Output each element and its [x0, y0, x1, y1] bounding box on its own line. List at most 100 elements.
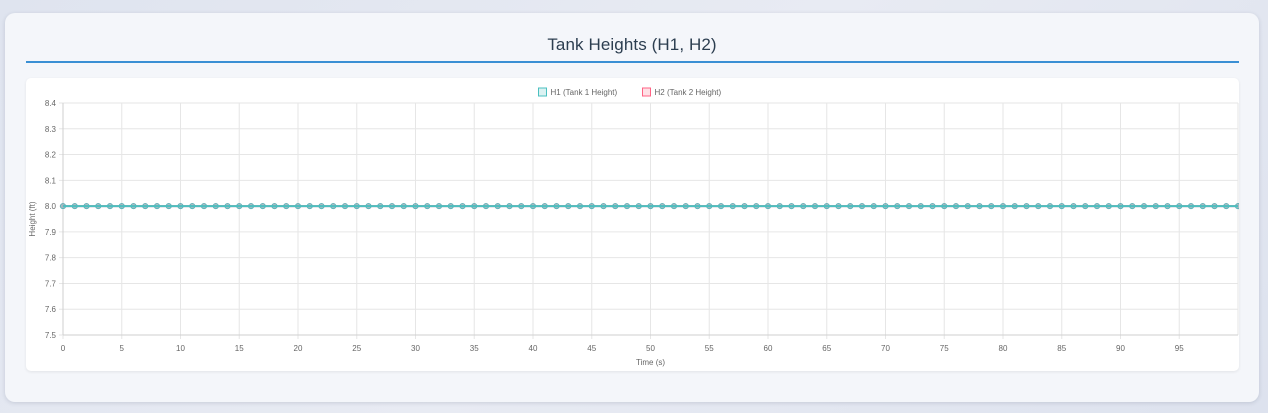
data-point: [71, 203, 78, 210]
x-tick-label: 70: [881, 344, 890, 353]
data-point: [83, 203, 90, 210]
data-point: [835, 203, 842, 210]
page-title: Tank Heights (H1, H2): [547, 35, 717, 54]
data-point: [189, 203, 196, 210]
data-point: [1176, 203, 1183, 210]
x-tick-label: 90: [1116, 344, 1125, 353]
data-point: [765, 203, 772, 210]
series-group: [60, 203, 1242, 210]
data-point: [459, 203, 466, 210]
data-point: [741, 203, 748, 210]
data-point: [518, 203, 525, 210]
x-tick-label: 30: [411, 344, 420, 353]
data-point: [1094, 203, 1101, 210]
data-point: [1235, 203, 1242, 210]
data-point: [635, 203, 642, 210]
data-point: [1082, 203, 1089, 210]
data-point: [788, 203, 795, 210]
data-point: [330, 203, 337, 210]
data-point: [1152, 203, 1159, 210]
data-point: [729, 203, 736, 210]
data-point: [624, 203, 631, 210]
data-point: [647, 203, 654, 210]
data-point: [482, 203, 489, 210]
line-chart: 7.5 7.6 7.7 7.8 7.9 8.0 8.1 8.2 8.3 8.4 0 5 10 15 20 25…: [28, 87, 1242, 367]
axes: 7.5 7.6 7.7 7.8 7.9 8.0 8.1 8.2 8.3 8.4 0 5 10 15 20 25…: [45, 99, 1238, 353]
data-point: [1047, 203, 1054, 210]
x-tick-label: 75: [940, 344, 949, 353]
chart-panel: 7.5 7.6 7.7 7.8 7.9 8.0 8.1 8.2 8.3 8.4 0 5 10 15 20 25…: [26, 78, 1242, 371]
data-point: [847, 203, 854, 210]
data-point: [1105, 203, 1112, 210]
data-point: [682, 203, 689, 210]
x-tick-label: 85: [1057, 344, 1066, 353]
data-point: [271, 203, 278, 210]
data-point: [259, 203, 266, 210]
data-point: [177, 203, 184, 210]
data-point: [165, 203, 172, 210]
data-point: [1058, 203, 1065, 210]
data-point: [318, 203, 325, 210]
series: [60, 203, 1242, 210]
data-point: [894, 203, 901, 210]
data-point: [823, 203, 830, 210]
data-point: [1023, 203, 1030, 210]
x-axis-label: Time (s): [636, 358, 665, 367]
data-point: [353, 203, 360, 210]
data-point: [1000, 203, 1007, 210]
x-tick-label: 55: [705, 344, 714, 353]
data-point: [400, 203, 407, 210]
x-tick-label: 0: [61, 344, 66, 353]
y-tick-label: 7.9: [45, 228, 57, 237]
data-point: [812, 203, 819, 210]
legend-item: H2 (Tank 2 Height): [642, 87, 722, 97]
data-point: [964, 203, 971, 210]
y-tick-label: 8.2: [45, 151, 57, 160]
data-point: [471, 203, 478, 210]
y-tick-label: 8.3: [45, 125, 57, 134]
data-point: [107, 203, 114, 210]
x-tick-label: 60: [764, 344, 773, 353]
data-point: [506, 203, 513, 210]
data-point: [929, 203, 936, 210]
data-point: [976, 203, 983, 210]
y-tick-label: 7.6: [45, 305, 57, 314]
data-point: [1129, 203, 1136, 210]
data-point: [60, 203, 67, 210]
data-point: [1199, 203, 1206, 210]
data-point: [365, 203, 372, 210]
x-tick-label: 20: [294, 344, 303, 353]
data-point: [776, 203, 783, 210]
title-divider: [26, 61, 1239, 63]
data-point: [236, 203, 243, 210]
x-tick-label: 45: [587, 344, 596, 353]
data-point: [1211, 203, 1218, 210]
data-point: [341, 203, 348, 210]
data-point: [424, 203, 431, 210]
data-point: [1117, 203, 1124, 210]
legend-label: H1 (Tank 1 Height): [551, 88, 618, 97]
x-tick-label: 15: [235, 344, 244, 353]
data-point: [377, 203, 384, 210]
data-point: [565, 203, 572, 210]
data-point: [200, 203, 207, 210]
data-point: [494, 203, 501, 210]
data-point: [718, 203, 725, 210]
legend: H1 (Tank 1 Height) H2 (Tank 2 Height): [538, 87, 722, 97]
data-point: [600, 203, 607, 210]
data-point: [694, 203, 701, 210]
data-point: [588, 203, 595, 210]
data-point: [577, 203, 584, 210]
data-point: [953, 203, 960, 210]
data-point: [1011, 203, 1018, 210]
x-tick-label: 65: [822, 344, 831, 353]
data-point: [1141, 203, 1148, 210]
legend-item: H1 (Tank 1 Height): [538, 87, 618, 97]
data-point: [1164, 203, 1171, 210]
data-point: [859, 203, 866, 210]
x-tick-label: 40: [529, 344, 538, 353]
data-point: [412, 203, 419, 210]
data-point: [1223, 203, 1230, 210]
y-tick-label: 8.4: [45, 99, 57, 108]
data-point: [283, 203, 290, 210]
